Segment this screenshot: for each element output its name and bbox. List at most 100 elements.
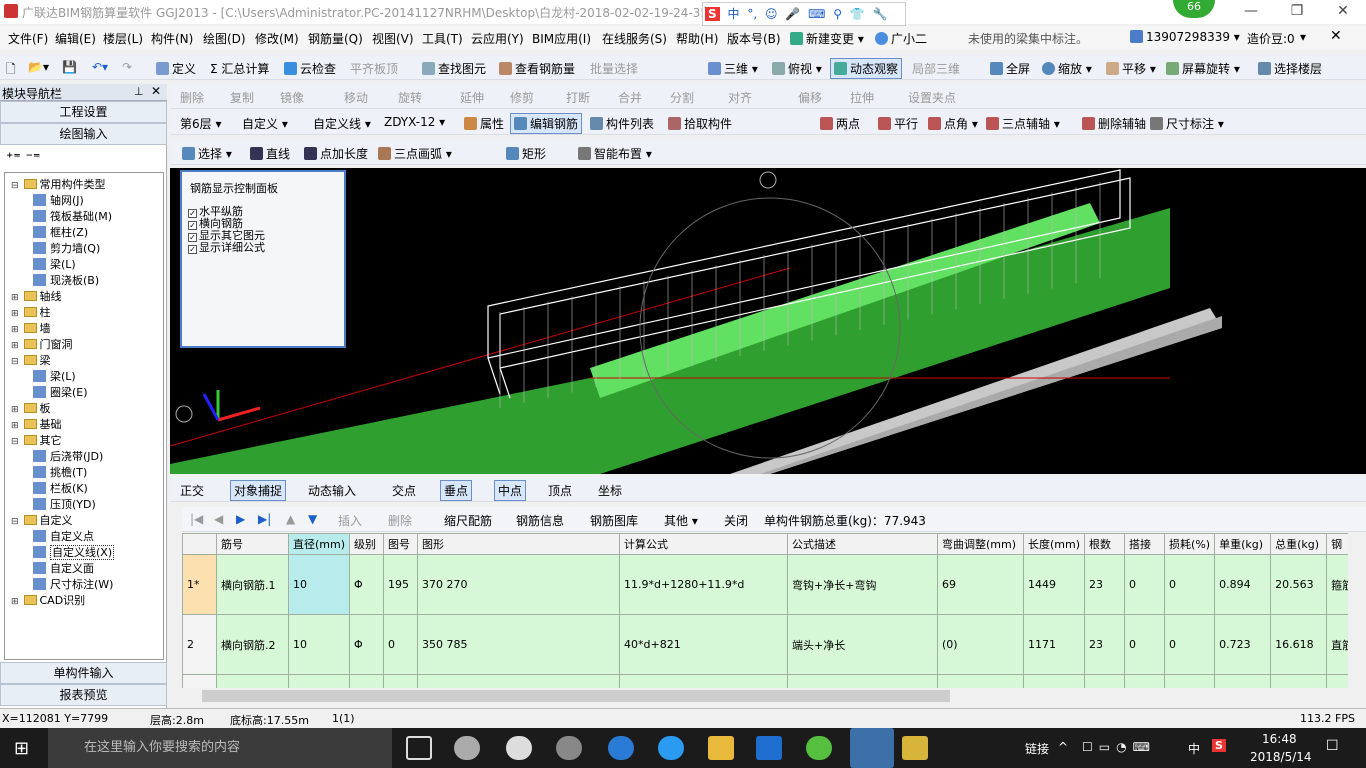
table-cell[interactable]: 0 xyxy=(1164,614,1216,675)
table-cell[interactable]: 195 xyxy=(383,554,419,615)
table-cell[interactable]: (0) xyxy=(937,614,1025,675)
open-file-icon[interactable]: 📂▾ xyxy=(28,60,49,74)
last-record-icon[interactable]: ▶| xyxy=(258,512,271,526)
tree-node[interactable]: 自定义点 xyxy=(33,529,94,545)
tray-icons[interactable]: ☐▭◔⌨ xyxy=(1082,740,1156,754)
table-cell[interactable]: 端头+净长 xyxy=(787,674,939,688)
category-select[interactable]: 自定义 ▾ xyxy=(242,115,288,132)
hscroll-thumb[interactable] xyxy=(202,690,950,702)
tree-node[interactable]: 筏板基础(M) xyxy=(33,209,112,225)
table-cell[interactable]: 16.405 xyxy=(1270,674,1328,688)
ime-user-icon[interactable]: ⚲ xyxy=(833,7,842,21)
menu-new-change[interactable]: 新建变更 ▾ xyxy=(790,30,864,47)
table-cell[interactable]: 40*d+821 xyxy=(619,614,789,675)
tray-link[interactable]: 链接 xyxy=(1025,740,1049,757)
redo-icon[interactable]: ↷ xyxy=(122,60,132,74)
table-cell[interactable]: 0 xyxy=(383,674,419,688)
table-cell[interactable]: 1156 xyxy=(1023,674,1086,688)
column-header[interactable]: 钢 xyxy=(1326,533,1348,555)
table-cell[interactable]: 1449 xyxy=(1023,554,1086,615)
column-header[interactable]: 单重(kg) xyxy=(1214,533,1272,555)
tree-node[interactable]: ⊟ 梁 xyxy=(11,353,51,369)
table-cell[interactable]: (0) xyxy=(937,674,1025,688)
table-cell[interactable]: 10 xyxy=(287,614,351,675)
close-grid-button[interactable]: 关闭 xyxy=(724,512,748,529)
table-cell[interactable]: 0.894 xyxy=(1214,554,1272,615)
tree-node[interactable]: ⊞ 板 xyxy=(11,401,51,417)
table-cell[interactable]: 69 xyxy=(937,554,1025,615)
first-record-icon[interactable]: |◀ xyxy=(190,512,203,526)
table-cell[interactable]: Φ xyxy=(349,614,385,675)
rectangle-button[interactable]: 矩形 xyxy=(506,145,546,162)
menu-edit[interactable]: 编辑(E) xyxy=(55,30,96,47)
align-button[interactable]: 对齐 xyxy=(728,89,752,106)
table-cell[interactable]: 40*d+806 xyxy=(619,674,789,688)
line-button[interactable]: 直线 xyxy=(250,145,290,162)
zoom-button[interactable]: 缩放 ▾ xyxy=(1042,60,1092,77)
ime-punct[interactable]: °, xyxy=(747,7,757,21)
table-cell[interactable]: 0 xyxy=(1164,554,1216,615)
vertex-button[interactable]: 顶点 xyxy=(548,482,572,499)
summary-calc-button[interactable]: Σ 汇总计算 xyxy=(210,60,269,77)
menu-rebar[interactable]: 钢筋量(Q) xyxy=(308,30,363,47)
table-cell[interactable]: 23 xyxy=(1084,614,1126,675)
ie-legacy-icon[interactable] xyxy=(506,736,532,760)
tree-node[interactable]: ⊞ CAD识别 xyxy=(11,593,85,609)
sogou-icon[interactable]: S xyxy=(705,7,720,21)
column-header[interactable]: 损耗(%) xyxy=(1164,533,1216,555)
midpoint-button[interactable]: 中点 xyxy=(494,480,527,501)
table-cell[interactable]: 0.723 xyxy=(1214,614,1272,675)
column-header[interactable]: 级别 xyxy=(349,533,385,555)
nav-pin-icon[interactable]: ⊥ xyxy=(134,85,144,98)
expander-icon[interactable]: ⊞ xyxy=(11,402,20,418)
table-cell[interactable]: 弯钩+净长+弯钩 xyxy=(787,554,939,615)
copy-button[interactable]: 复制 xyxy=(230,89,254,106)
fullscreen-button[interactable]: 全屏 xyxy=(990,60,1030,77)
column-header[interactable]: 直径(mm) xyxy=(287,533,351,555)
tree-node[interactable]: ⊟ 常用构件类型 xyxy=(11,177,106,193)
parallel-button[interactable]: 平行 xyxy=(878,115,918,132)
table-cell[interactable]: 23 xyxy=(1084,674,1126,688)
column-header[interactable] xyxy=(182,533,217,555)
expander-icon[interactable]: ⊞ xyxy=(11,418,20,434)
menu-bim[interactable]: BIM应用(I) xyxy=(532,30,591,47)
expander-icon[interactable]: ⊟ xyxy=(11,434,20,450)
tray-time[interactable]: 16:48 xyxy=(1262,732,1297,746)
merge-button[interactable]: 合并 xyxy=(618,89,642,106)
table-cell[interactable]: 0 xyxy=(383,614,419,675)
component-list-button[interactable]: 构件列表 xyxy=(590,115,654,132)
maximize-button[interactable]: ❐ xyxy=(1274,0,1320,24)
edge-icon[interactable] xyxy=(608,736,634,760)
batch-select-button[interactable]: 批量选择 xyxy=(590,60,638,77)
three-point-axis-button[interactable]: 三点辅轴 ▾ xyxy=(986,115,1060,132)
tree-node[interactable]: ⊞ 门窗洞 xyxy=(11,337,73,353)
tree-node[interactable]: ⊞ 轴线 xyxy=(11,289,62,305)
set-grip-button[interactable]: 设置夹点 xyxy=(908,89,956,106)
delete-axis-button[interactable]: 删除辅轴 xyxy=(1082,115,1146,132)
tree-node[interactable]: 后浇带(JD) xyxy=(33,449,103,465)
tree-node[interactable]: 圈梁(E) xyxy=(33,385,88,401)
break-button[interactable]: 打断 xyxy=(566,89,590,106)
coordinate-button[interactable]: 坐标 xyxy=(598,482,622,499)
table-row[interactable]: 2 横向钢筋.2 10 Φ 0 350 785 40*d+821 端头+净长 (0) 1171 23… xyxy=(182,614,1348,675)
ime-keyboard-icon[interactable]: ⌨ xyxy=(808,7,825,21)
table-cell[interactable]: 0.713 xyxy=(1214,674,1272,688)
select-button[interactable]: 选择 ▾ xyxy=(182,145,232,162)
tree-node[interactable]: ⊞ 墙 xyxy=(11,321,51,337)
tree-node[interactable]: 框柱(Z) xyxy=(33,225,88,241)
expander-icon[interactable]: ⊟ xyxy=(11,354,20,370)
windows-start-icon[interactable]: ⊞ xyxy=(14,738,29,759)
tray-lang[interactable]: 中 xyxy=(1188,740,1200,757)
menu-component[interactable]: 构件(N) xyxy=(151,30,193,47)
align-slab-button[interactable]: 平齐板顶 xyxy=(350,60,398,77)
define-button[interactable]: 定义 xyxy=(156,60,196,77)
table-cell[interactable]: 直筋 xyxy=(1326,614,1348,675)
table-cell[interactable]: 0 xyxy=(1164,674,1216,688)
rotate-button[interactable]: 旋转 xyxy=(398,89,422,106)
tray-chevron-icon[interactable]: ^ xyxy=(1058,740,1068,754)
extend-button[interactable]: 延伸 xyxy=(460,89,484,106)
mirror-button[interactable]: 镜像 xyxy=(280,89,304,106)
other-button[interactable]: 其他 ▾ xyxy=(664,512,698,529)
menu-view[interactable]: 视图(V) xyxy=(372,30,414,47)
table-cell[interactable]: 11.9*d+1280+11.9*d xyxy=(619,554,789,615)
